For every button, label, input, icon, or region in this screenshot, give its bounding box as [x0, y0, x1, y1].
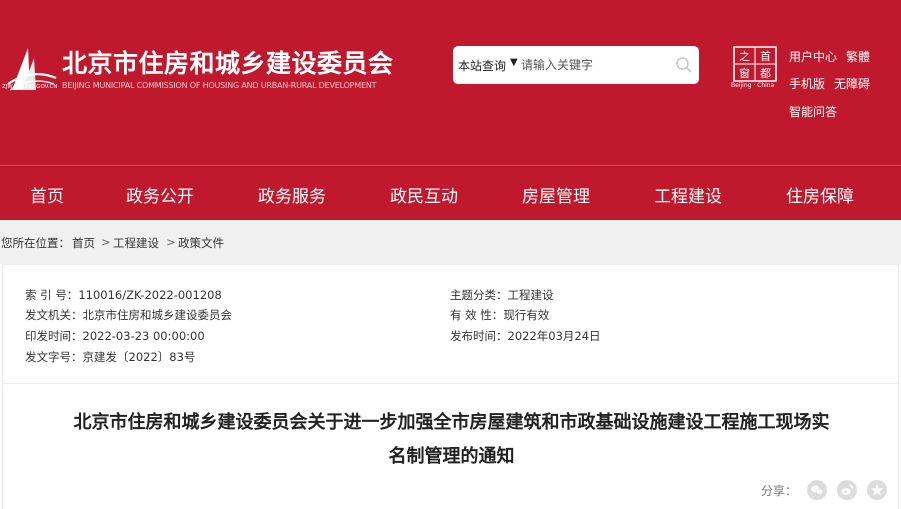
nav-item-gov-services[interactable]: 政务服务 [258, 182, 326, 207]
meta-value: 现行有效 [503, 308, 550, 322]
logo-domain: ZJW.BEIJING.GOV.CN [2, 84, 58, 90]
traditional-chinese-link[interactable]: 繁體 [846, 48, 870, 65]
breadcrumb-home-link[interactable]: 首页 [72, 235, 95, 251]
meta-doc-no: 发文字号：京建发〔2022〕83号 [25, 349, 195, 365]
meta-validity: 有 效 性：现行有效 [450, 307, 549, 323]
meta-issuer: 发文机关：北京市住房和城乡建设委员会 [25, 307, 232, 323]
document-meta: 索 引 号：110016/ZK-2022-001208 发文机关：北京市住房和城… [2, 264, 899, 384]
seal-char: 都 [760, 67, 771, 80]
meta-value: 北京市住房和城乡建设委员会 [82, 308, 233, 322]
meta-value: 2022年03月24日 [507, 329, 601, 343]
mobile-version-link[interactable]: 手机版 [789, 75, 825, 92]
meta-index-no: 索 引 号：110016/ZK-2022-001208 [25, 287, 222, 303]
meta-label: 发文字号： [25, 350, 83, 364]
meta-value: 2022-03-23 00:00:00 [82, 329, 205, 343]
breadcrumb-separator: > [101, 235, 111, 249]
meta-subject: 主题分类：工程建设 [450, 287, 554, 303]
meta-publish-date: 发布时间：2022年03月24日 [450, 328, 601, 344]
search-input[interactable] [521, 55, 661, 75]
seal-char: 首 [760, 49, 771, 63]
nav-item-interaction[interactable]: 政民互动 [390, 182, 458, 207]
smart-qa-link[interactable]: 智能问答 [789, 103, 837, 120]
accessibility-link[interactable]: 无障碍 [834, 75, 870, 92]
document-title-line: 名制管理的通知 [388, 446, 515, 467]
document-title-line: 北京市住房和城乡建设委员会关于进一步加强全市房屋建筑和市政基础设施建设工程施工现… [73, 412, 830, 433]
meta-label: 发文机关： [25, 308, 83, 322]
search-box: 本站查询 ▼ [453, 46, 699, 84]
breadcrumb-separator: > [166, 235, 176, 249]
site-header: ZJW.BEIJING.GOV.CN 北京市住房和城乡建设委员会 BEIJING… [0, 0, 901, 165]
meta-label: 索 引 号： [25, 288, 79, 302]
seal-char: 窗 [739, 66, 750, 80]
meta-label: 主题分类： [450, 288, 508, 302]
document-header: 北京市住房和城乡建设委员会关于进一步加强全市房屋建筑和市政基础设施建设工程施工现… [2, 385, 899, 509]
meta-print-date: 印发时间：2022-03-23 00:00:00 [25, 328, 205, 344]
breadcrumb-engineering-link[interactable]: 工程建设 [113, 235, 159, 251]
wechat-share-icon[interactable] [807, 480, 827, 500]
nav-item-engineering[interactable]: 工程建设 [654, 182, 722, 207]
meta-label: 有 效 性： [450, 308, 504, 322]
seal-char: 之 [739, 49, 750, 63]
nav-item-housing-security[interactable]: 住房保障 [786, 182, 854, 207]
meta-label: 印发时间： [25, 329, 83, 343]
meta-value: 京建发〔2022〕83号 [82, 350, 196, 364]
seal-caption: Beijing · China [731, 82, 775, 89]
breadcrumb-policy-docs-link[interactable]: 政策文件 [178, 235, 224, 251]
search-icon[interactable] [675, 56, 693, 74]
search-scope-select[interactable]: 本站查询 [458, 57, 506, 74]
main-nav: 首页 政务公开 政务服务 政民互动 房屋管理 工程建设 住房保障 [0, 165, 901, 220]
share-label: 分享： [761, 484, 798, 498]
qzone-share-icon[interactable] [867, 480, 887, 500]
nav-item-home[interactable]: 首页 [30, 182, 64, 207]
breadcrumb-prefix: 您所在位置： [1, 236, 70, 250]
meta-label: 发布时间： [450, 329, 508, 343]
nav-item-gov-affairs-open[interactable]: 政务公开 [126, 182, 194, 207]
user-center-link[interactable]: 用户中心 [789, 48, 837, 65]
site-title-en: BEIJING MUNICIPAL COMMISSION OF HOUSING … [62, 81, 377, 90]
caret-down-icon[interactable]: ▼ [510, 57, 518, 68]
meta-value: 110016/ZK-2022-001208 [78, 288, 222, 302]
nav-item-housing-management[interactable]: 房屋管理 [522, 182, 590, 207]
meta-value: 工程建设 [507, 288, 554, 302]
weibo-share-icon[interactable] [837, 480, 857, 500]
site-title[interactable]: 北京市住房和城乡建设委员会 [62, 44, 394, 80]
breadcrumb: 您所在位置： 首页 > 工程建设 > 政策文件 [0, 220, 901, 264]
document-title: 北京市住房和城乡建设委员会关于进一步加强全市房屋建筑和市政基础设施建设工程施工现… [3, 406, 900, 474]
